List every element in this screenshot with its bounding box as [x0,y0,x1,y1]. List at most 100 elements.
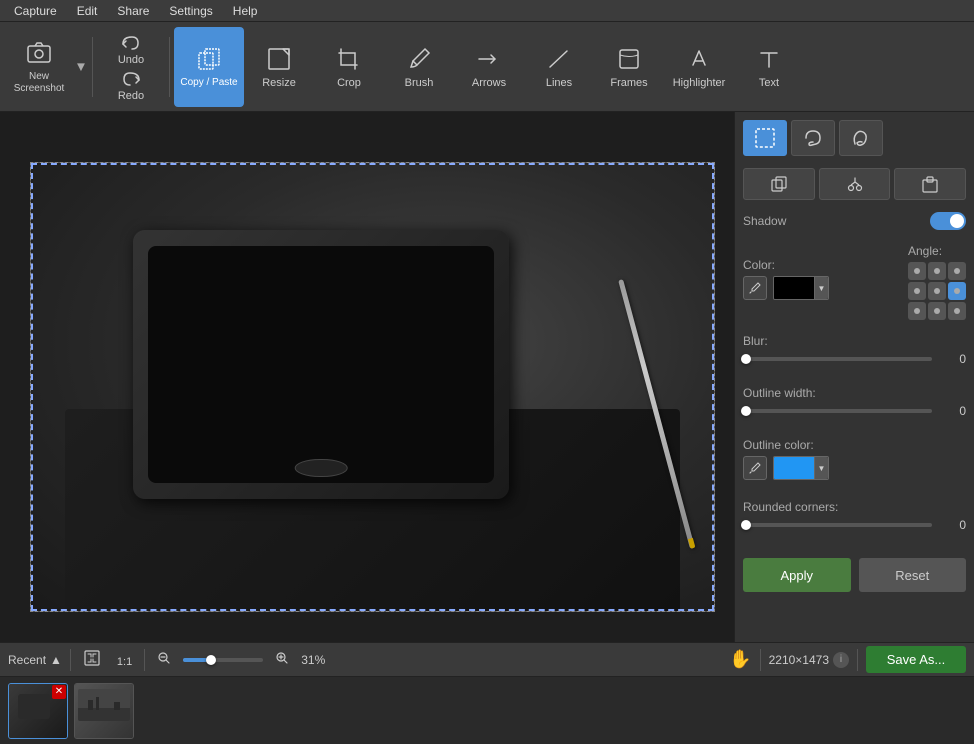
outline-color-swatch[interactable]: ▼ [773,456,829,480]
canvas-image-inner [31,163,714,611]
recent-arrow-icon: ▲ [50,653,62,667]
rect-select-icon [754,127,776,149]
shadow-color-value [774,277,814,299]
frames-button[interactable]: Frames [594,27,664,107]
angle-dot-4[interactable] [928,282,946,300]
shadow-color-swatch[interactable]: ▼ [773,276,829,300]
lines-button[interactable]: Lines [524,27,594,107]
outline-width-thumb[interactable] [741,406,751,416]
menu-bar: Capture Edit Share Settings Help [0,0,974,22]
thumb-city [78,689,130,721]
recent-dropdown[interactable]: Recent ▲ [8,653,62,667]
text-icon [755,45,783,73]
outline-eyedropper-icon [748,461,762,475]
paste-action-button[interactable] [894,168,966,200]
shadow-toggle[interactable] [930,212,966,230]
blur-value: 0 [938,352,966,366]
zoom-in-button[interactable] [271,649,293,670]
menu-capture[interactable]: Capture [4,2,67,20]
toolbar-dropdown-arrow[interactable]: ▼ [74,27,88,107]
selection-tools [743,120,966,156]
arrows-icon [475,45,503,73]
status-divider-3 [760,649,761,671]
apply-button[interactable]: Apply [743,558,851,592]
canvas-image[interactable] [30,162,715,612]
toolbar-divider-1 [92,37,93,97]
shadow-color-dropdown[interactable]: ▼ [814,277,828,299]
copy-paste-button[interactable]: Copy / Paste [174,27,244,107]
angle-dot-5[interactable] [948,282,966,300]
status-divider-4 [857,649,858,671]
zoom-thumb[interactable] [206,655,216,665]
menu-edit[interactable]: Edit [67,2,108,20]
reset-button[interactable]: Reset [859,558,967,592]
thumbnail-1[interactable]: ✕ [8,683,68,739]
blur-slider[interactable] [743,357,932,361]
resize-button[interactable]: Resize [244,27,314,107]
new-screenshot-button[interactable]: New Screenshot [4,27,74,107]
outline-color-dropdown[interactable]: ▼ [814,457,828,479]
redo-button[interactable]: Redo [101,68,161,102]
dimensions-display: 2210×1473 i [769,652,849,668]
highlighter-button[interactable]: Highlighter [664,27,734,107]
recent-label: Recent [8,653,46,667]
save-as-button[interactable]: Save As... [866,646,966,673]
freehand-select-button[interactable] [839,120,883,156]
angle-dot-3[interactable] [908,282,926,300]
lines-icon [545,45,573,73]
crop-icon [335,45,363,73]
undo-button[interactable]: Undo [101,32,161,66]
angle-dot-0[interactable] [908,262,926,280]
arrows-button[interactable]: Arrows [454,27,524,107]
hand-tool-icon[interactable]: ✋ [729,649,751,670]
copy-action-button[interactable] [743,168,815,200]
rounded-corners-thumb[interactable] [741,520,751,530]
main-area: Shadow Color: ▼ [0,112,974,642]
status-bar: Recent ▲ 1:1 31% [0,642,974,676]
thumbnail-2-image [75,684,133,738]
apply-reset-row: Apply Reset [743,558,966,592]
color-label: Color: [743,258,829,272]
angle-dot-6[interactable] [908,302,926,320]
brush-button[interactable]: Brush [384,27,454,107]
status-divider-2 [144,649,145,671]
color-angle-row: Color: ▼ Angle: [743,244,966,320]
cut-action-button[interactable] [819,168,891,200]
angle-dot-1[interactable] [928,262,946,280]
color-eyedropper-button[interactable] [743,276,767,300]
thumbnail-2[interactable] [74,683,134,739]
actual-size-button[interactable]: 1:1 [113,650,136,670]
fit-window-button[interactable] [79,647,105,672]
menu-settings[interactable]: Settings [159,2,222,20]
outline-width-slider[interactable] [743,409,932,413]
outline-color-section: Outline color: ▼ [743,438,966,486]
text-button[interactable]: Text [734,27,804,107]
outline-width-value: 0 [938,404,966,418]
thumbnail-1-close[interactable]: ✕ [52,685,66,699]
menu-help[interactable]: Help [223,2,268,20]
canvas-area[interactable] [0,112,734,642]
phone-home-button [295,459,348,478]
outline-eyedropper-button[interactable] [743,456,767,480]
angle-dot-8[interactable] [948,302,966,320]
zoom-out-button[interactable] [153,649,175,670]
resize-icon [265,45,293,73]
menu-share[interactable]: Share [107,2,159,20]
rounded-corners-slider[interactable] [743,523,932,527]
crop-button[interactable]: Crop [314,27,384,107]
lasso-select-button[interactable] [791,120,835,156]
frames-icon [615,45,643,73]
outline-width-slider-row: 0 [743,404,966,418]
color-group: Color: ▼ [743,258,829,306]
shadow-row: Shadow [743,212,966,230]
angle-dot-2[interactable] [948,262,966,280]
angle-dot-7[interactable] [928,302,946,320]
info-button[interactable]: i [833,652,849,668]
thumb-phone [18,694,50,718]
dimensions-text: 2210×1473 [769,653,829,667]
toggle-knob [950,214,964,228]
outline-color-row: ▼ [743,456,966,480]
rect-select-button[interactable] [743,120,787,156]
blur-slider-thumb[interactable] [741,354,751,364]
zoom-slider-container[interactable] [183,653,263,667]
